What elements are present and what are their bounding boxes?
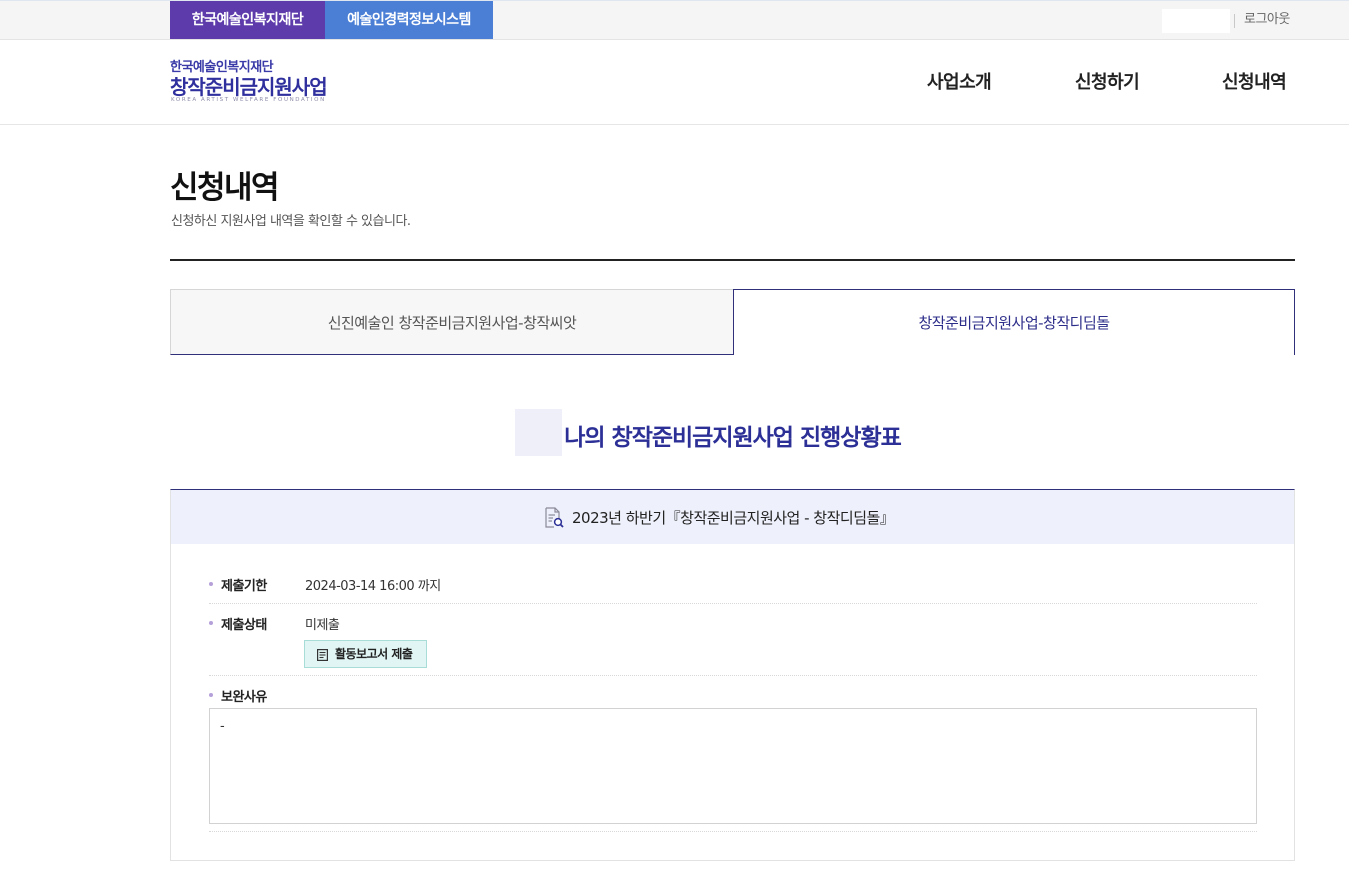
deadline-label: 제출기한 <box>221 579 267 594</box>
bullet-icon <box>209 582 213 586</box>
site-tab-career-system[interactable]: 예술인경력정보시스템 <box>325 1 493 39</box>
site-logo[interactable]: 한국예술인복지재단 창작준비금지원사업 KOREA ARTIST WELFARE… <box>170 56 350 108</box>
card-heading: 2023년 하반기『창작준비금지원사업 - 창작디딤돌』 <box>572 509 895 527</box>
logo-english-name: KOREA ARTIST WELFARE FOUNDATION <box>171 97 326 103</box>
bullet-icon <box>209 693 213 697</box>
nav-item-history[interactable]: 신청내역 <box>1222 40 1287 125</box>
nav-item-about[interactable]: 사업소개 <box>927 40 992 125</box>
site-tab-welfare-foundation[interactable]: 한국예술인복지재단 <box>170 1 325 39</box>
reason-textarea[interactable]: - <box>209 708 1257 824</box>
submit-report-label: 활동보고서 제출 <box>335 647 413 661</box>
section-title-text: 나의 창작준비금지원사업 진행상황표 <box>564 425 902 451</box>
logout-link[interactable]: 로그아웃 <box>1244 1 1290 39</box>
row-deadline: 제출기한 2024-03-14 16:00 까지 <box>209 564 1257 604</box>
status-label: 제출상태 <box>221 618 267 633</box>
logo-program-name: 창작준비금지원사업 <box>170 75 328 99</box>
submit-report-button[interactable]: 활동보고서 제출 <box>304 640 427 668</box>
document-icon <box>317 649 328 661</box>
site-header: 한국예술인복지재단 창작준비금지원사업 KOREA ARTIST WELFARE… <box>0 40 1349 125</box>
nav-item-apply[interactable]: 신청하기 <box>1075 40 1140 125</box>
utility-bar: 한국예술인복지재단 예술인경력정보시스템 로그아웃 <box>0 0 1349 40</box>
document-search-icon <box>545 507 564 528</box>
tab-stepping-stone-program[interactable]: 창작준비금지원사업-창작디딤돌 <box>733 289 1295 355</box>
deadline-value: 2024-03-14 16:00 까지 <box>305 579 441 594</box>
utility-divider <box>1234 14 1235 28</box>
row-reason: 보완사유 - <box>209 676 1257 832</box>
section-title: 나의 창작준비금지원사업 진행상황표 <box>0 418 1349 452</box>
page-title: 신청내역 <box>170 170 280 206</box>
reason-label: 보완사유 <box>221 690 267 705</box>
tab-seed-program[interactable]: 신진예술인 창작준비금지원사업-창작씨앗 <box>170 289 734 355</box>
row-status: 제출상태 미제출 활동보고서 제출 <box>209 604 1257 676</box>
page-description: 신청하신 지원사업 내역을 확인할 수 있습니다. <box>171 214 411 229</box>
bullet-icon <box>209 621 213 625</box>
status-value: 미제출 <box>305 618 340 633</box>
progress-card: 2023년 하반기『창작준비금지원사업 - 창작디딤돌』 제출기한 2024-0… <box>170 489 1295 861</box>
user-name-area <box>1162 9 1230 33</box>
title-divider <box>170 259 1295 261</box>
card-header: 2023년 하반기『창작준비금지원사업 - 창작디딤돌』 <box>171 490 1294 544</box>
